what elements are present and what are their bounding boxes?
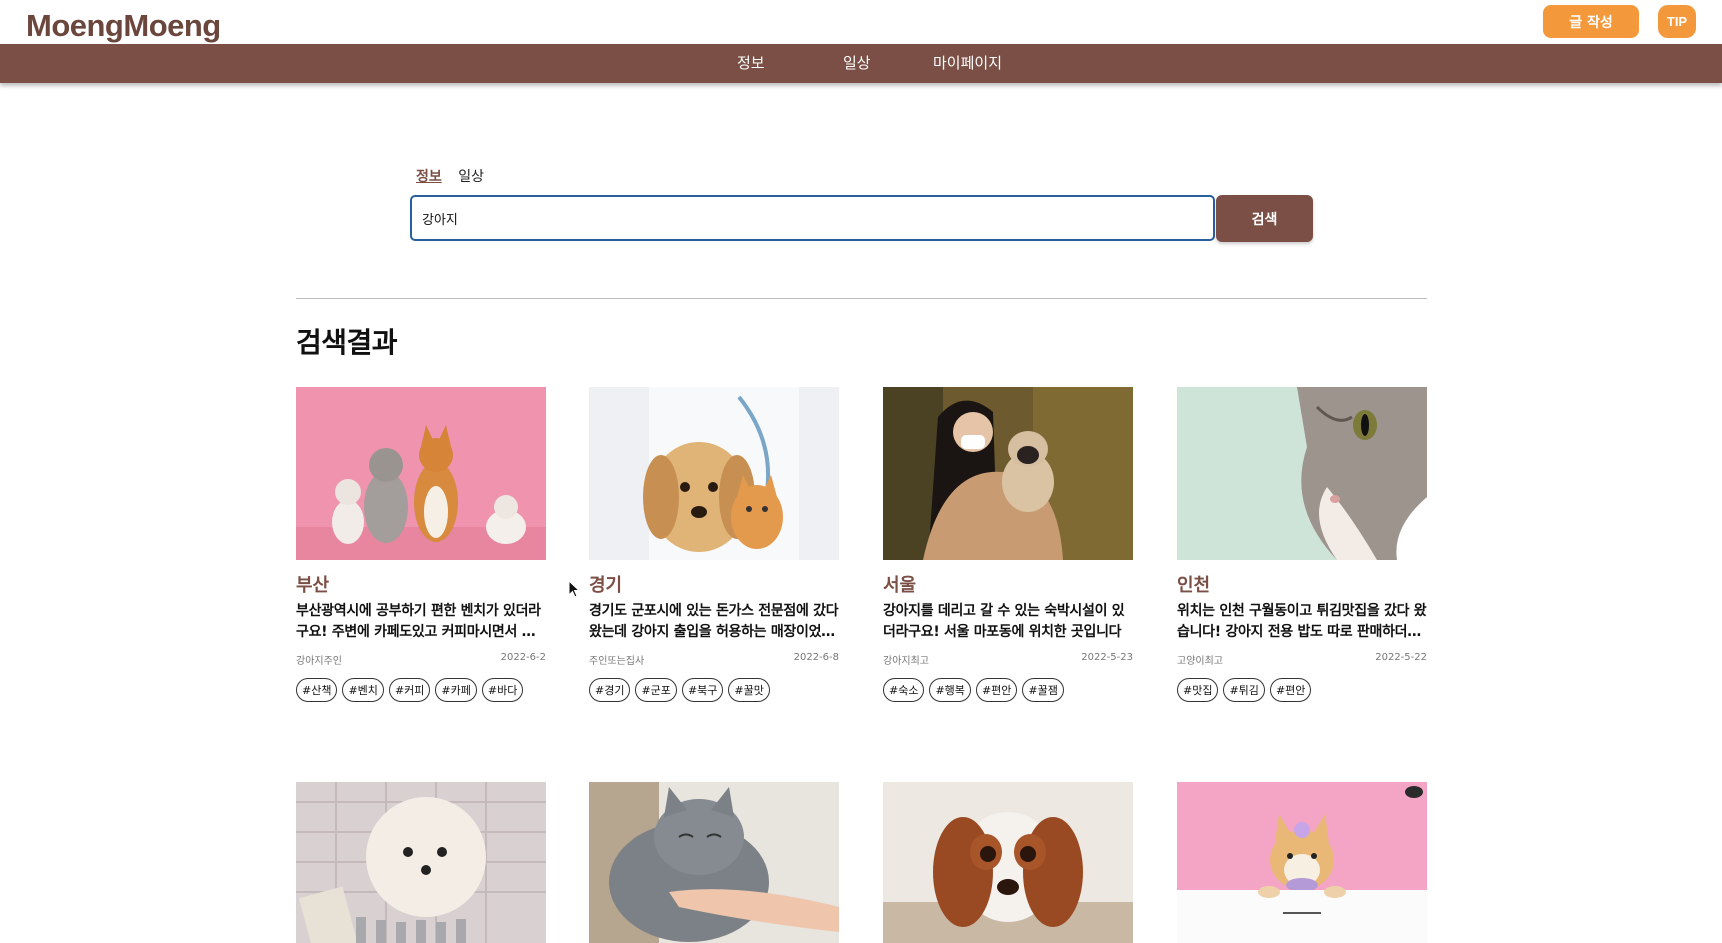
card-meta: 강아지주인 2022-6-2 [296,652,546,667]
card-meta: 고양이최고 2022-5-22 [1177,652,1427,667]
card-date: 2022-6-2 [500,652,546,663]
tag[interactable]: #행복 [929,678,971,702]
site-logo[interactable]: MoengMoeng [26,8,221,44]
card-author: 강아지주인 [296,656,342,667]
tag[interactable]: #카페 [435,678,477,702]
search-category-tabs: 정보 일상 [416,166,496,186]
card-image[interactable] [883,782,1133,943]
gray-cat-photo [589,782,839,943]
tag[interactable]: #산책 [296,678,338,702]
card-image[interactable] [589,782,839,943]
result-card[interactable] [296,782,546,943]
result-card[interactable] [1177,782,1427,943]
card-author: 주인또는집사 [589,656,645,667]
card-excerpt[interactable]: 경기도 군포시에 있는 돈가스 전문점에 갔다왔는데 강아지 출입을 허용하는 … [589,601,839,643]
card-excerpt[interactable]: 위치는 인천 구월동이고 튀김맛집을 갔다 왔습니다! 강아지 전용 밥도 따로… [1177,601,1427,643]
tag[interactable]: #튀김 [1223,678,1265,702]
card-image[interactable] [296,387,546,560]
result-card[interactable] [589,782,839,943]
card-tags: #산책 #벤치 #커피 #카페 #바다 [296,678,546,702]
card-image[interactable] [296,782,546,943]
card-tags: #숙소 #행복 #편안 #꿀잼 [883,678,1133,702]
card-region: 서울 [883,575,917,596]
card-date: 2022-6-8 [793,652,839,663]
nav-item-daily[interactable]: 일상 [843,44,871,83]
card-excerpt[interactable]: 부산광역시에 공부하기 편한 벤치가 있더라구요! 주변에 카페도있고 커피마시… [296,601,546,643]
card-tags: #경기 #군포 #북구 #꿀맛 [589,678,839,702]
dogs-and-cats-photo [296,387,546,560]
card-excerpt[interactable]: 강아지를 데리고 갈 수 있는 숙박시설이 있더라구요! 서울 마포동에 위치한… [883,601,1133,643]
tip-button[interactable]: TIP [1658,5,1696,38]
result-card[interactable]: 서울 강아지를 데리고 갈 수 있는 숙박시설이 있더라구요! 서울 마포동에 … [883,387,1133,702]
tag[interactable]: #꿀맛 [728,678,770,702]
search-button[interactable]: 검색 [1216,195,1313,242]
pomeranian-photo [296,782,546,943]
nav-item-info[interactable]: 정보 [737,44,765,83]
tag[interactable]: #벤치 [342,678,384,702]
cat-closeup-photo [1177,387,1427,560]
card-image[interactable] [883,387,1133,560]
tag[interactable]: #군포 [635,678,677,702]
results-title: 검색결과 [296,326,398,359]
write-post-button[interactable]: 글 작성 [1543,5,1639,38]
tag[interactable]: #북구 [681,678,724,702]
card-meta: 강아지최고 2022-5-23 [883,652,1133,667]
card-image[interactable] [1177,387,1427,560]
card-date: 2022-5-23 [1081,652,1133,663]
search-input[interactable] [410,195,1215,241]
main-nav: 정보 일상 마이페이지 [0,44,1722,83]
card-author: 강아지최고 [883,656,929,667]
result-card[interactable]: 부산 부산광역시에 공부하기 편한 벤치가 있더라구요! 주변에 카페도있고 커… [296,387,546,702]
card-region: 부산 [296,575,330,596]
card-region: 경기 [589,575,623,596]
section-divider [296,298,1427,299]
tag[interactable]: #맛집 [1177,678,1219,702]
tag[interactable]: #커피 [388,678,431,702]
card-image[interactable] [589,387,839,560]
result-card[interactable]: 인천 위치는 인천 구월동이고 튀김맛집을 갔다 왔습니다! 강아지 전용 밥도… [1177,387,1427,702]
mouse-cursor-icon [568,580,580,598]
tag[interactable]: #꿀잼 [1022,678,1064,702]
nav-item-mypage[interactable]: 마이페이지 [933,44,1002,83]
card-author: 고양이최고 [1177,656,1223,667]
tag[interactable]: #바다 [481,678,524,702]
top-header: MoengMoeng 글 작성 TIP [0,0,1722,44]
card-date: 2022-5-22 [1375,652,1427,663]
tag[interactable]: #편안 [1269,678,1312,702]
card-meta: 주인또는집사 2022-6-8 [589,652,839,667]
card-image[interactable] [1177,782,1427,943]
tag[interactable]: #편안 [975,678,1018,702]
vet-puppy-kitten-photo [589,387,839,560]
search-tab-daily[interactable]: 일상 [458,166,484,186]
card-region: 인천 [1177,575,1211,596]
result-card[interactable] [883,782,1133,943]
tag[interactable]: #숙소 [883,678,925,702]
card-tags: #맛집 #튀김 #편안 [1177,678,1427,702]
search-tab-info[interactable]: 정보 [416,166,442,186]
result-card[interactable]: 경기 경기도 군포시에 있는 돈가스 전문점에 갔다왔는데 강아지 출입을 허용… [589,387,839,702]
corgi-poster-photo [1177,782,1427,943]
woman-hugging-pug-photo [883,387,1133,560]
spaniel-photo [883,782,1133,943]
tag[interactable]: #경기 [589,678,631,702]
